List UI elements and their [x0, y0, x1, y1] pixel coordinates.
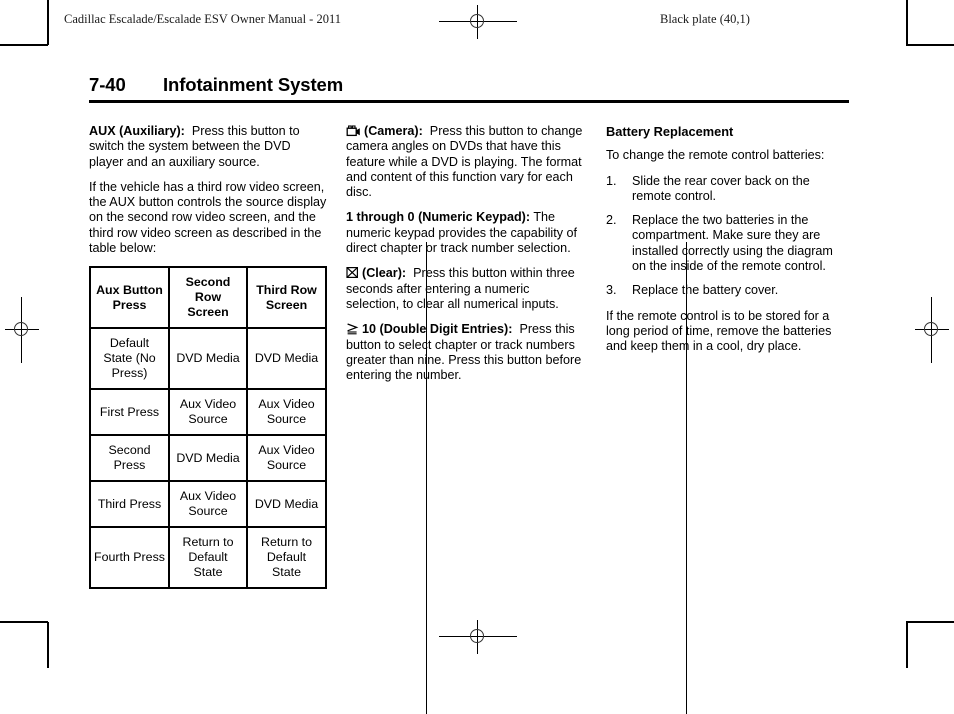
- registration-mark-bottom-center: [439, 620, 517, 654]
- table-cell-third-row: DVD Media: [246, 480, 327, 529]
- battery-replacement-heading: Battery Replacement: [606, 124, 734, 139]
- greater-than-or-equal-icon: [346, 322, 359, 335]
- crossed-box-clear-icon: [346, 266, 359, 279]
- double-digit-lead-label: 10 (Double Digit Entries):: [362, 322, 513, 337]
- aux-lead-label: AUX (Auxiliary):: [89, 124, 185, 138]
- crop-mark-top-right-horizontal: [906, 44, 954, 46]
- battery-steps-list: 1. Slide the rear cover back on the remo…: [606, 174, 846, 299]
- manual-title-text: Cadillac Escalade/Escalade ESV Owner Man…: [64, 12, 341, 26]
- aux-paragraph: AUX (Auxiliary): Press this button to sw…: [89, 124, 327, 170]
- table-header-second-row-screen: Second Row Screen: [168, 266, 248, 330]
- double-digit-paragraph: 10 (Double Digit Entries): Press this bu…: [346, 322, 586, 383]
- list-item: 1. Slide the rear cover back on the remo…: [606, 174, 846, 205]
- third-row-paragraph: If the vehicle has a third row video scr…: [89, 179, 327, 256]
- table-cell-third-row: Aux Video Source: [246, 434, 327, 483]
- registration-mark-right-middle: [915, 297, 949, 363]
- table-cell-second-row: Aux Video Source: [168, 388, 248, 437]
- page-running-header: Cadillac Escalade/Escalade ESV Owner Man…: [0, 12, 954, 34]
- table-cell-third-row: Return to Default State: [246, 526, 327, 590]
- battery-storage-text: If the remote control is to be stored fo…: [606, 308, 832, 354]
- table-cell-second-row: DVD Media: [168, 434, 248, 483]
- numeric-keypad-paragraph: 1 through 0 (Numeric Keypad): The numeri…: [346, 210, 586, 256]
- table-cell-press: Third Press: [89, 480, 170, 529]
- table-cell-second-row: DVD Media: [168, 327, 248, 391]
- aux-button-press-table: Aux Button Press Second Row Screen Third…: [89, 266, 327, 590]
- clear-paragraph: (Clear): Press this button within three …: [346, 266, 586, 312]
- column-one: AUX (Auxiliary): Press this button to sw…: [89, 124, 327, 590]
- table-cell-second-row: Aux Video Source: [168, 480, 248, 529]
- section-title-label: Infotainment System: [163, 74, 344, 95]
- camera-paragraph: (Camera): Press this button to change ca…: [346, 124, 586, 200]
- table-cell-third-row: DVD Media: [246, 327, 327, 391]
- crop-mark-bottom-right-vertical: [906, 622, 908, 668]
- table-cell-press: Fourth Press: [89, 526, 170, 590]
- crop-mark-top-left-horizontal: [0, 44, 48, 46]
- column-three: Battery Replacement To change the remote…: [606, 124, 846, 355]
- table-cell-press: Default State (No Press): [89, 327, 170, 391]
- camera-lead-label: (Camera):: [364, 124, 423, 138]
- title-underline-rule: [89, 100, 849, 103]
- camcorder-icon: [346, 125, 361, 137]
- step-number: 1.: [606, 173, 617, 188]
- table-row: First Press Aux Video Source Aux Video S…: [89, 388, 327, 437]
- list-item: 3. Replace the battery cover.: [606, 283, 846, 298]
- step-number: 2.: [606, 213, 617, 228]
- table-row: Second Press DVD Media Aux Video Source: [89, 434, 327, 483]
- keypad-lead-label: 1 through 0 (Numeric Keypad):: [346, 210, 531, 225]
- crop-mark-bottom-left-vertical: [47, 622, 49, 668]
- table-cell-third-row: Aux Video Source: [246, 388, 327, 437]
- crop-mark-bottom-left-horizontal: [0, 621, 48, 623]
- black-plate-text: Black plate (40,1): [660, 12, 750, 26]
- registration-mark-left-middle: [5, 297, 39, 363]
- clear-lead-label: (Clear):: [362, 266, 407, 281]
- table-header-aux-button-press: Aux Button Press: [89, 266, 170, 330]
- table-header-row: Aux Button Press Second Row Screen Third…: [89, 266, 327, 330]
- table-cell-press: First Press: [89, 388, 170, 437]
- table-row: Third Press Aux Video Source DVD Media: [89, 480, 327, 529]
- battery-intro-text: To change the remote control batteries:: [606, 148, 825, 163]
- step-text: Replace the two batteries in the compart…: [632, 213, 833, 274]
- column-two: (Camera): Press this button to change ca…: [346, 124, 586, 383]
- table-cell-second-row: Return to Default State: [168, 526, 248, 590]
- step-text: Slide the rear cover back on the remote …: [632, 173, 810, 203]
- table-row: Default State (No Press) DVD Media DVD M…: [89, 327, 327, 391]
- list-item: 2. Replace the two batteries in the comp…: [606, 213, 846, 274]
- crop-mark-bottom-right-horizontal: [906, 621, 954, 623]
- step-text: Replace the battery cover.: [632, 283, 779, 298]
- page-title: 7-40 Infotainment System: [89, 74, 849, 103]
- step-number: 3.: [606, 283, 617, 298]
- table-header-third-row-screen: Third Row Screen: [246, 266, 327, 330]
- table-cell-press: Second Press: [89, 434, 170, 483]
- page-number-label: 7-40: [89, 74, 126, 95]
- table-row: Fourth Press Return to Default State Ret…: [89, 526, 327, 590]
